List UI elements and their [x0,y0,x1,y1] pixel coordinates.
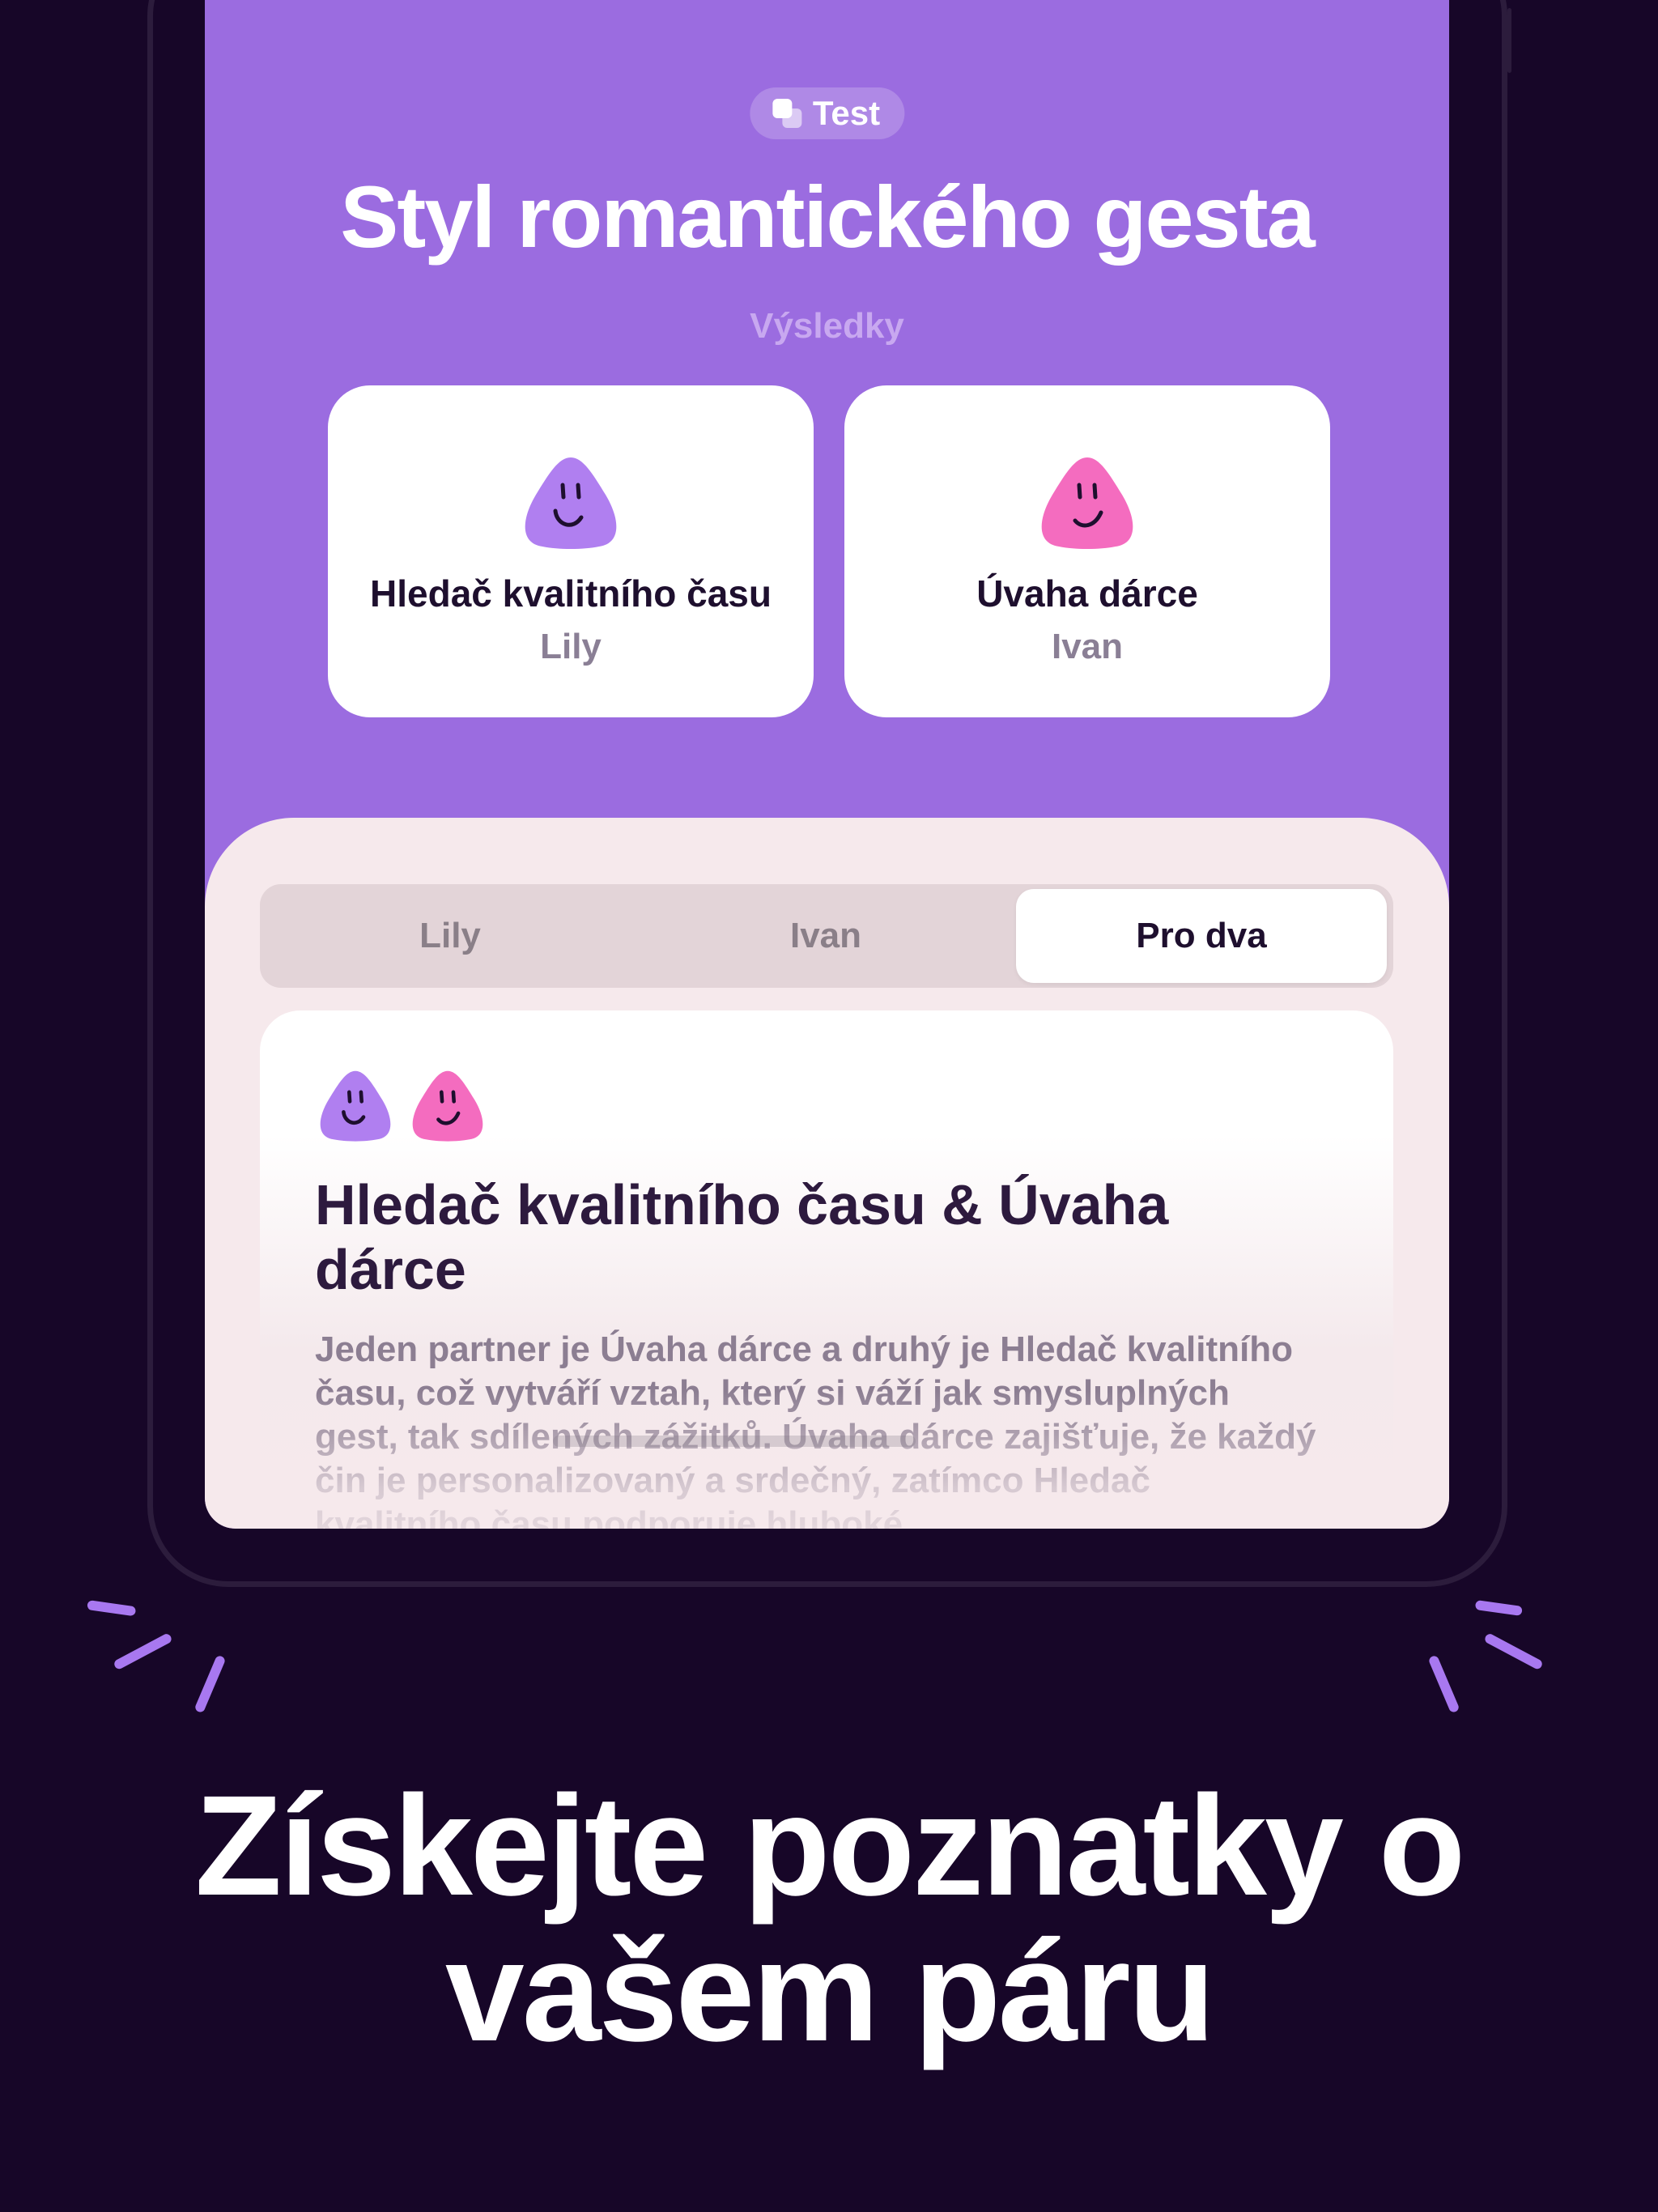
couple-title: Hledač kvalitního času & Úvaha dárce [315,1173,1169,1301]
segmented-tabs: Lily Ivan Pro dva [260,884,1393,988]
device-side-button [1507,8,1511,73]
result-card-lily[interactable]: Hledač kvalitního času Lily [328,385,814,717]
details-sheet: Lily Ivan Pro dva Hledač kvalitního času… [205,818,1449,1529]
results-subtitle: Výsledky [750,306,904,346]
home-indicator [553,1436,916,1447]
result-person: Lily [540,627,602,666]
purple-smiley-icon [315,1067,396,1143]
result-card-ivan[interactable]: Úvaha dárce Ivan [844,385,1330,717]
purple-smiley-icon [518,453,623,551]
result-person: Ivan [1051,627,1124,666]
result-type: Úvaha dárce [976,572,1198,615]
couple-result-card: Hledač kvalitního času & Úvaha dárce Jed… [260,1010,1393,1529]
result-type: Hledač kvalitního času [370,572,772,615]
couple-faces [315,1067,488,1143]
test-badge: Test [749,87,905,139]
text-fade [260,1391,1393,1529]
tab-ivan[interactable]: Ivan [640,889,1011,983]
test-icon [771,97,803,130]
tab-lily[interactable]: Lily [265,889,636,983]
badge-label: Test [812,94,881,132]
pink-smiley-icon [1035,453,1140,551]
page-title: Styl romantického gesta [340,168,1315,266]
app-screen: Test Styl romantického gesta Výsledky Hl… [205,0,1449,1529]
marketing-headline: Získejte poznatky o vašem páru [194,1767,1466,2071]
tab-pro-dva[interactable]: Pro dva [1016,889,1387,983]
pink-smiley-icon [407,1067,488,1143]
